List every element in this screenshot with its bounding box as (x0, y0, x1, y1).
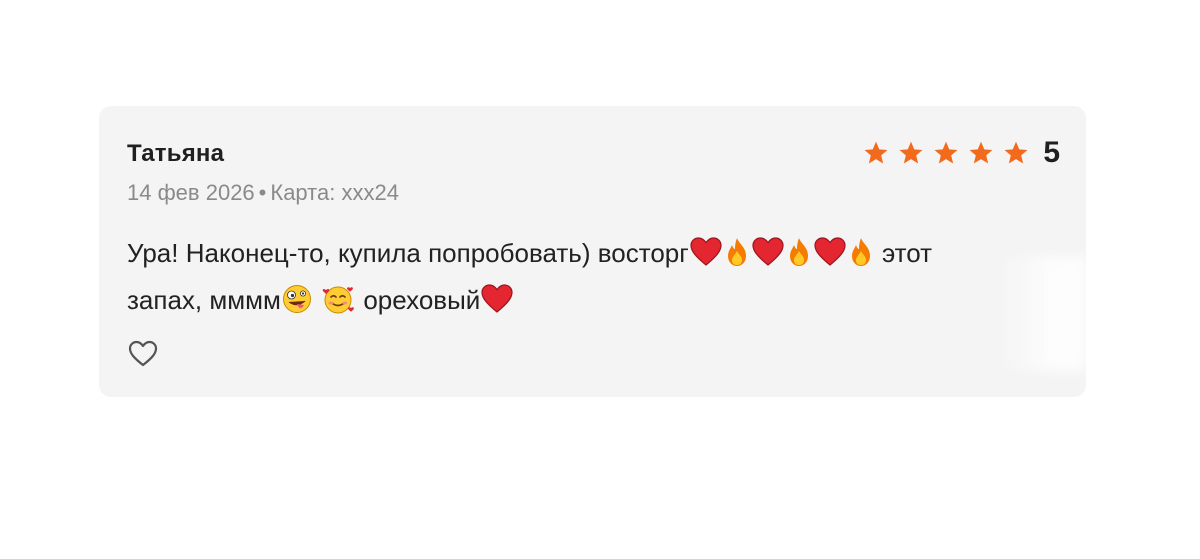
fire-emoji (724, 237, 750, 279)
review-meta: 14 фев 2026 • Карта: xxx24 (127, 180, 399, 206)
star-icon (969, 141, 993, 164)
fire-emoji (848, 237, 874, 279)
review-text-part: ореховый (356, 285, 481, 315)
heart-outline-icon (128, 340, 158, 367)
review-text-part: Ура! Наконец-то, купила попробовать) вос… (127, 238, 689, 268)
rating-value: 5 (1043, 136, 1060, 169)
zany-face-emoji (282, 284, 312, 326)
like-button[interactable] (127, 338, 159, 370)
heart-emoji (752, 237, 784, 279)
heart-emoji (690, 237, 722, 279)
star-icon (899, 141, 923, 164)
review-date: 14 фев 2026 (127, 180, 255, 205)
star-icon (1004, 141, 1028, 164)
star-icon (864, 141, 888, 164)
review-author: Татьяна (127, 140, 225, 167)
meta-separator: • (258, 180, 267, 205)
review-text-part: этот (874, 238, 933, 268)
heart-emoji (814, 237, 846, 279)
star-icon (934, 141, 958, 164)
rating-stars (863, 140, 1029, 166)
scroll-fade (996, 256, 1086, 371)
review-text-part: запах, мммм (127, 285, 281, 315)
review-rating: 5 (863, 138, 1060, 168)
smiling-face-with-hearts-emoji (321, 284, 355, 326)
review-text-part (313, 285, 320, 315)
review-text: Ура! Наконец-то, купила попробовать) вос… (127, 232, 1057, 326)
fire-emoji (786, 237, 812, 279)
review-card: Татьяна 14 фев 2026 • Карта: xxx24 5 Ура! … (99, 106, 1086, 397)
heart-emoji (481, 284, 513, 326)
review-card-label: Карта: xxx24 (270, 180, 399, 205)
